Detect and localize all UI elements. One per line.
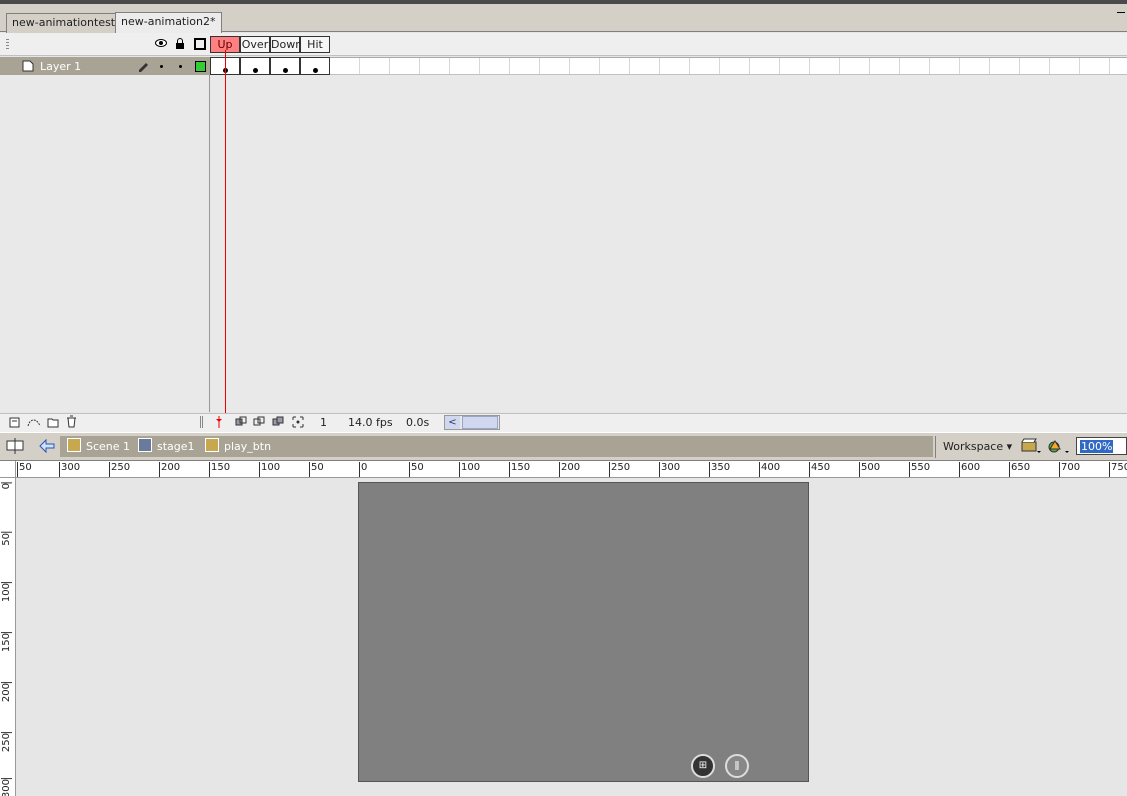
panel-divider[interactable] [200,416,203,428]
lock-dot[interactable] [179,65,182,68]
edit-symbols-icon[interactable] [1048,438,1070,454]
horizontal-ruler[interactable]: 50 300 250 200 150 100 50 0 50 100 150 2… [16,461,1127,478]
outline-icon[interactable] [194,38,206,50]
frame-label-hit[interactable]: Hit [300,36,330,53]
workspace-menu[interactable]: Workspace ▾ [943,440,1012,453]
ruler-corner [0,461,16,478]
ruler-label: 600 [959,462,980,477]
ruler-label: 150 [1,632,12,653]
modify-onion-markers-icon[interactable] [292,416,304,428]
vertical-ruler[interactable]: 0 50 100 150 200 250 300 [0,478,16,796]
ruler-label: 200 [559,462,580,477]
outline-color-swatch[interactable] [195,61,206,72]
insert-layer-icon[interactable] [9,416,21,428]
current-frame: 1 [320,416,327,429]
ruler-label: 700 [1059,462,1080,477]
ruler-label: 150 [209,462,230,477]
layer-name[interactable]: Layer 1 [40,60,81,73]
ruler-label: 750 [1109,462,1127,477]
scroll-left-arrow-icon[interactable]: < [445,416,460,429]
timeline-toggle-icon[interactable] [6,437,26,455]
ruler-label: 650 [1009,462,1030,477]
eye-icon[interactable] [155,38,167,48]
chevron-down-icon: ▾ [1006,440,1013,453]
motion-guide-icon[interactable] [27,416,41,428]
keyframe-hit[interactable] [300,57,330,75]
folder-icon[interactable] [47,416,59,428]
back-arrow-icon[interactable] [38,438,56,454]
ruler-label: 150 [509,462,530,477]
timeline-header [0,33,1127,56]
pause-button[interactable]: ǁ [725,754,749,778]
ruler-label: 500 [859,462,880,477]
ruler-label: 550 [909,462,930,477]
zoom-value[interactable]: 100% [1080,440,1114,453]
trash-icon[interactable] [66,415,77,428]
ruler-label: 200 [159,462,180,477]
keyframe-over[interactable] [240,57,270,75]
ruler-label: 250 [109,462,130,477]
fullscreen-button[interactable]: ⊞ [691,754,715,778]
playhead[interactable] [225,50,226,413]
ruler-label: 100 [1,582,12,603]
breadcrumb-play-btn[interactable]: play_btn [224,440,271,453]
movieclip-icon [138,438,152,452]
center-frame-icon[interactable] [215,416,223,428]
ruler-label: 50 [409,462,424,477]
ruler-label: 450 [809,462,830,477]
panel-grip-icon[interactable] [6,39,9,50]
ruler-label: 0 [359,462,367,477]
layer-page-icon [22,60,34,72]
workspace-label: Workspace [943,440,1004,453]
frame-rate[interactable]: 14.0 fps [348,416,393,429]
stage[interactable] [358,482,809,782]
edit-bar-divider [935,436,936,458]
document-tab-bar: new-animationtest* new-animation2* [0,4,1127,33]
frames-panel [211,75,1127,412]
onion-skin-outlines-icon[interactable] [253,416,265,428]
ruler-label: 300 [1,778,12,796]
ruler-label: 50 [17,462,32,477]
breadcrumb-stage1[interactable]: stage1 [157,440,195,453]
ruler-label: 100 [459,462,480,477]
frame-label-down[interactable]: Down [270,36,302,53]
lock-icon[interactable] [175,37,185,49]
layers-panel [0,75,210,412]
ruler-label: 0 [1,482,12,490]
clapper-icon [67,438,81,452]
button-icon [205,438,219,452]
visibility-dot[interactable] [160,65,163,68]
edit-multiple-frames-icon[interactable] [272,416,284,428]
minimize-icon[interactable] [1117,12,1125,13]
ruler-label: 350 [709,462,730,477]
ruler-label: 250 [609,462,630,477]
breadcrumb-scene[interactable]: Scene 1 [86,440,130,453]
elapsed-time: 0.0s [406,416,430,429]
ruler-label: 400 [759,462,780,477]
tab-new-animation2[interactable]: new-animation2* [115,12,222,33]
tab-new-animationtest[interactable]: new-animationtest* [6,13,127,33]
timeline-footer [0,413,1127,432]
frame-label-over[interactable]: Over [240,36,270,53]
ruler-label: 200 [1,682,12,703]
ruler-label: 100 [259,462,280,477]
ruler-label: 300 [659,462,680,477]
ruler-label: 50 [1,532,12,546]
keyframe-down[interactable] [270,57,300,75]
scroll-thumb[interactable] [462,416,498,429]
edit-scene-icon[interactable] [1021,438,1041,454]
ruler-label: 50 [309,462,324,477]
ruler-label: 250 [1,732,12,753]
ruler-label: 300 [59,462,80,477]
onion-skin-icon[interactable] [235,416,247,428]
frame-grid[interactable] [210,57,1127,75]
pencil-icon [139,63,148,72]
